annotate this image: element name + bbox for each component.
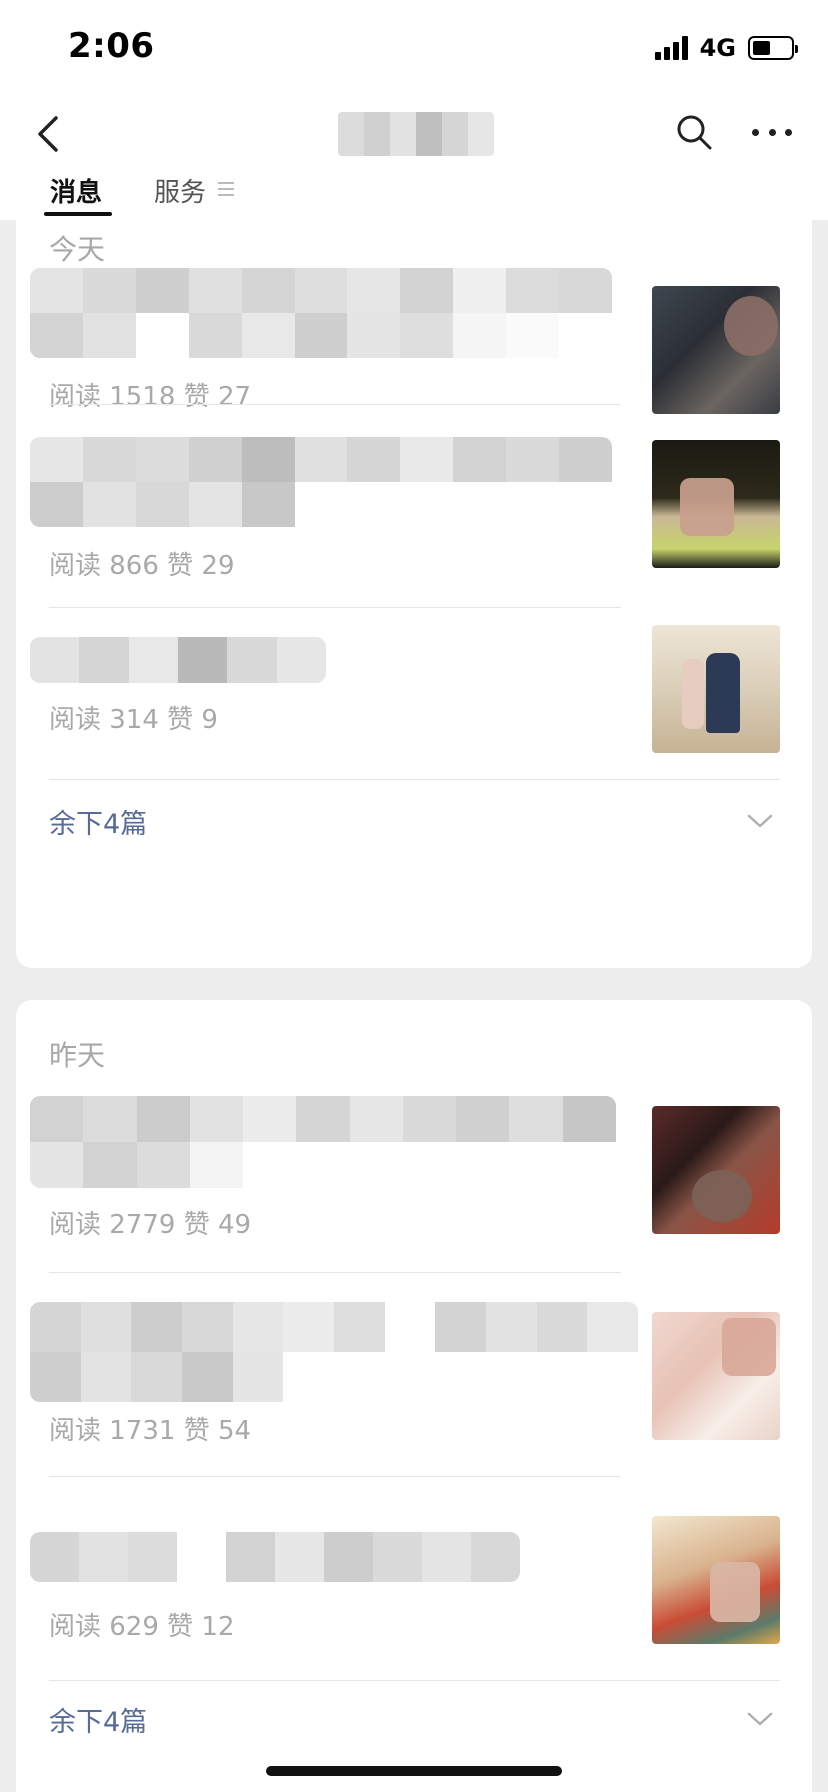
chevron-left-icon[interactable] <box>28 112 68 156</box>
more-articles-link[interactable]: 余下4篇 <box>49 1700 147 1739</box>
article-title-blurred <box>30 1532 520 1582</box>
more-icon[interactable] <box>752 122 792 142</box>
tab-messages-label: 消息 <box>50 178 103 208</box>
active-tab-indicator <box>44 212 112 216</box>
more-articles-row[interactable]: 余下4篇 <box>16 792 812 852</box>
status-time: 2:06 <box>68 26 155 66</box>
status-indicators: 4G <box>654 34 798 62</box>
section-label-today: 今天 <box>49 233 106 266</box>
article-stats: 阅读 1731 赞 54 <box>49 1416 252 1446</box>
divider <box>49 1272 621 1273</box>
section-label-yesterday: 昨天 <box>49 1039 106 1072</box>
article-thumbnail <box>652 286 780 414</box>
article-thumbnail <box>652 1106 780 1234</box>
article-stats: 阅读 314 赞 9 <box>49 705 218 735</box>
tab-services[interactable]: 服务 <box>154 172 235 220</box>
divider <box>49 404 621 405</box>
tab-bar: 消息 服务 <box>0 172 828 220</box>
divider <box>49 607 621 608</box>
account-name-blurred <box>338 112 494 156</box>
article-stats: 阅读 1518 赞 27 <box>49 382 252 412</box>
article-title-blurred <box>30 637 326 683</box>
article-thumbnail <box>652 440 780 568</box>
menu-icon <box>218 182 235 196</box>
battery-icon <box>748 36 798 60</box>
search-icon[interactable] <box>674 112 714 152</box>
home-indicator[interactable] <box>266 1766 562 1776</box>
divider <box>49 1680 780 1681</box>
article-stats: 阅读 2779 赞 49 <box>49 1210 252 1240</box>
signal-icon <box>654 36 688 60</box>
article-thumbnail <box>652 1312 780 1440</box>
chevron-down-icon <box>747 1712 773 1726</box>
nav-bar: 消息 服务 <box>0 100 828 220</box>
tab-messages[interactable]: 消息 <box>44 172 112 220</box>
article-title-blurred <box>30 437 612 527</box>
article-title-blurred <box>30 1096 616 1188</box>
article-stats: 阅读 629 赞 12 <box>49 1612 235 1642</box>
today-card: 今天 阅读 1518 赞 27 阅读 866 赞 29 阅读 314 赞 9 余… <box>16 220 812 968</box>
article-stats: 阅读 866 赞 29 <box>49 551 235 581</box>
more-articles-row[interactable]: 余下4篇 <box>16 1690 812 1750</box>
more-articles-link[interactable]: 余下4篇 <box>49 802 147 841</box>
article-thumbnail <box>652 1516 780 1644</box>
status-bar: 2:06 4G <box>0 0 828 100</box>
article-title-blurred <box>30 268 612 358</box>
chevron-down-icon <box>747 814 773 828</box>
yesterday-card: 昨天 阅读 2779 赞 49 阅读 1731 赞 54 阅读 629 赞 12 <box>16 1000 812 1792</box>
divider <box>49 1476 621 1477</box>
divider <box>49 779 780 780</box>
tab-services-label: 服务 <box>154 178 207 208</box>
article-thumbnail <box>652 625 780 753</box>
article-title-blurred <box>30 1302 638 1402</box>
network-type: 4G <box>699 34 736 62</box>
